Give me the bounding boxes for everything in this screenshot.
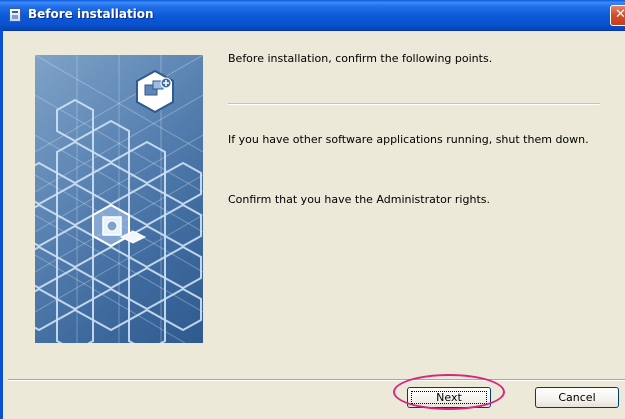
button-area-divider [8, 379, 625, 381]
point-admin-rights: Confirm that you have the Administrator … [228, 193, 490, 206]
banner-hexagon-art [35, 55, 203, 343]
installer-app-icon [9, 8, 21, 22]
point-close-apps: If you have other software applications … [228, 133, 589, 146]
device-cube-icon [92, 203, 147, 248]
intro-text: Before installation, confirm the followi… [228, 52, 493, 65]
window-frame-left [0, 30, 3, 419]
cancel-button[interactable]: Cancel [535, 387, 619, 408]
title-bar[interactable]: Before installation ✕ [0, 0, 625, 31]
close-icon: ✕ [615, 7, 625, 22]
next-button[interactable]: Next [407, 387, 491, 408]
content-divider [228, 103, 600, 105]
printer-add-icon [136, 69, 174, 114]
next-button-label: Next [436, 391, 462, 404]
cancel-button-label: Cancel [558, 391, 596, 404]
close-button[interactable]: ✕ [610, 5, 625, 26]
installer-banner-image [35, 55, 203, 343]
window-title: Before installation [28, 7, 154, 21]
